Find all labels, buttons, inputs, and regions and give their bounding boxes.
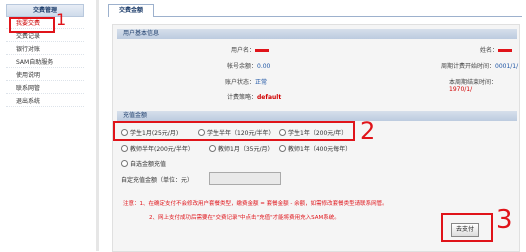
option-label: 教师半年(200元/半年） [130,146,194,153]
note-1: 注意：1、在确定支付不会修改用户套餐类型，缴费金额 = 套餐金额 - 余额，如需… [123,201,388,207]
cycle-end-label: 本周期结束时间： [449,79,498,86]
policy-label: 计费策略： [227,94,258,101]
status-label: 账户状态： [225,79,256,86]
annotation-box-2 [113,121,355,141]
tab-underline [108,16,522,17]
policy-value: default [257,94,282,101]
annotation-box-1 [9,17,55,33]
radio-icon[interactable] [121,145,128,152]
cycle-end-value: 1970/1/ [449,86,473,93]
option-teacher-1-month[interactable]: 教师1月（35元/月） [209,144,273,153]
cycle-start-label: 周期计费开始时间： [441,63,496,70]
sidebar-item-contact[interactable]: 联系网管 [6,83,84,94]
username-redacted [255,49,270,52]
cycle-start-value: 0001/1/ [495,63,519,70]
sidebar-title: 交费管理 [6,4,84,17]
annotation-number-3: 3 [496,205,513,235]
option-teacher-half-year[interactable]: 教师半年(200元/半年） [121,144,194,153]
policy-row: 计费策略：default [227,92,281,101]
balance-value: 0.00 [257,63,271,70]
custom-amount-label: 自定充值金额（单位：元） [121,177,194,184]
tab-pay-amount[interactable]: 交费金额 [108,4,154,17]
sidebar-item-logout[interactable]: 退出系统 [6,96,84,107]
username-label: 用户名： [231,47,256,54]
basic-info-header: 用户基本信息 [117,29,517,39]
status-row: 账户状态：正常 [225,77,267,86]
recharge-header: 充值金额 [117,111,517,121]
sidebar-item-sam-service[interactable]: SAM自助服务 [6,57,84,68]
option-custom-amount[interactable]: 自选金额充值 [121,159,166,168]
cycle-start-row: 周期计费开始时间：0001/1/ [441,61,518,70]
cycle-end-row: 本周期结束时间：1970/1/ [449,77,519,93]
name-row: 姓名： [480,45,513,54]
name-label: 姓名： [480,47,499,54]
balance-row: 帐号余额：0.00 [227,61,270,70]
radio-icon[interactable] [279,145,286,152]
custom-amount-input[interactable] [209,172,281,185]
status-value: 正常 [255,79,268,86]
option-teacher-1-year[interactable]: 教师1年（400元每年） [279,144,351,153]
sidebar-item-help[interactable]: 使用说明 [6,70,84,81]
radio-icon[interactable] [121,160,128,167]
option-label: 教师1年（400元每年） [288,146,352,153]
note-2: 2、网上支付成功后需要在"交费记录"中点击"充值"才能将费用充入SAM系统。 [149,215,340,221]
sidebar: 交费管理 我要交费 交费记录 银行对账 SAM自助服务 使用说明 联系网管 退出… [0,0,96,251]
option-label: 自选金额充值 [130,161,167,168]
balance-label: 帐号余额： [227,63,258,70]
annotation-number-1: 1 [56,10,67,29]
sidebar-divider [96,0,99,251]
annotation-number-2: 2 [360,117,376,145]
sidebar-item-bank-reconcile[interactable]: 银行对账 [6,44,84,55]
annotation-box-3 [441,213,493,242]
option-label: 教师1月（35元/月） [218,146,274,153]
name-redacted [498,49,513,52]
username-row: 用户名： [231,45,270,54]
radio-icon[interactable] [209,145,216,152]
